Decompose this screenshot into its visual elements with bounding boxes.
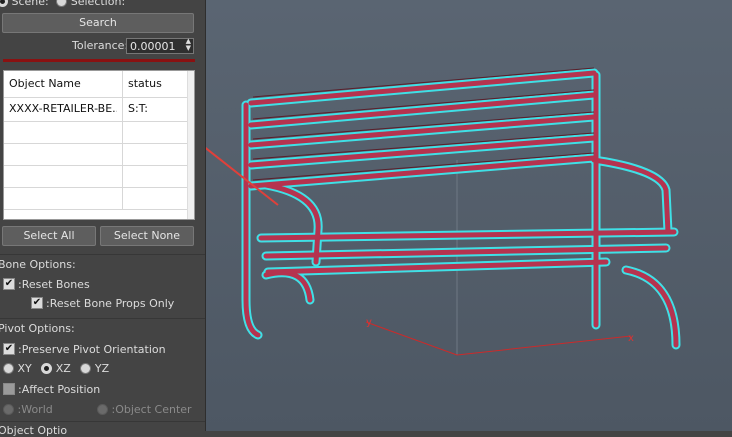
- preserve-pivot-label: :Preserve Pivot Orientation: [18, 343, 166, 356]
- bench-model[interactable]: [241, 67, 681, 350]
- table-row: [4, 165, 190, 188]
- 3d-viewport[interactable]: y x: [206, 0, 732, 431]
- preserve-pivot-checkbox[interactable]: ✔: [3, 343, 15, 355]
- reset-bone-props-label: :Reset Bone Props Only: [46, 297, 175, 310]
- progress-bar: [3, 59, 195, 62]
- tolerance-spinner[interactable]: 0.00001 ▲ ▼: [126, 38, 194, 54]
- reset-bone-props-checkbox[interactable]: ✔: [31, 297, 43, 309]
- row-status: S:T:: [122, 97, 190, 121]
- tolerance-value: 0.00001: [130, 40, 176, 53]
- tolerance-label: Tolerance:: [72, 39, 129, 52]
- object-table: Object Name status XXXX-RETAILER-BE... S…: [3, 70, 195, 220]
- divider: [0, 318, 205, 319]
- viewport-canvas: y x: [206, 67, 681, 356]
- selection-radio[interactable]: [56, 0, 68, 7]
- table-row[interactable]: XXXX-RETAILER-BE... S:T:: [4, 97, 190, 122]
- selection-label: Selection:: [70, 0, 126, 8]
- affect-position-label: :Affect Position: [18, 383, 101, 396]
- divider: [0, 421, 205, 422]
- column-status[interactable]: status: [122, 71, 190, 97]
- table-row: [4, 143, 190, 166]
- world-radio[interactable]: [3, 404, 14, 415]
- yz-label: YZ: [94, 362, 110, 375]
- affect-position-checkbox[interactable]: [3, 383, 15, 395]
- spinner-arrows-icon[interactable]: ▲ ▼: [186, 38, 191, 52]
- reset-bones-label: :Reset Bones: [18, 278, 90, 291]
- object-center-radio[interactable]: [97, 404, 108, 415]
- xy-label: XY: [17, 362, 32, 375]
- column-object-name[interactable]: Object Name: [9, 71, 117, 97]
- world-label: :World: [17, 403, 53, 416]
- gizmo-x-axis: [456, 335, 632, 356]
- bone-options-title: Bone Options:: [0, 258, 76, 271]
- divider: [0, 254, 205, 255]
- select-all-button[interactable]: Select All: [2, 226, 96, 246]
- table-row: [4, 187, 190, 210]
- object-center-row: :Object Center: [97, 403, 192, 416]
- gizmo-x-label: x: [628, 333, 634, 344]
- yz-radio[interactable]: [80, 363, 92, 374]
- scope-row: Scene: Selection:: [0, 0, 125, 8]
- axis-radio-row: XY XZ YZ: [3, 362, 109, 375]
- search-button[interactable]: Search: [2, 13, 194, 33]
- scene-radio[interactable]: [0, 0, 8, 7]
- left-panel: Scene: Selection: Search Tolerance: 0.00…: [0, 0, 206, 437]
- row-object-name: XXXX-RETAILER-BE...: [9, 102, 117, 115]
- scene-label: Scene:: [11, 0, 49, 8]
- xz-radio[interactable]: [41, 363, 53, 374]
- object-center-label: :Object Center: [111, 403, 192, 416]
- table-scrollbar[interactable]: [187, 71, 194, 219]
- gizmo-y-label: y: [366, 317, 372, 328]
- table-header: Object Name status: [4, 71, 190, 98]
- pivot-options-title: Pivot Options:: [0, 322, 75, 335]
- xy-radio[interactable]: [3, 363, 14, 374]
- world-radio-row: :World: [3, 403, 53, 416]
- table-row: [4, 121, 190, 144]
- xz-label: XZ: [55, 362, 71, 375]
- gizmo-y-axis: [365, 321, 458, 356]
- select-none-button[interactable]: Select None: [100, 226, 194, 246]
- reset-bones-checkbox[interactable]: ✔: [3, 278, 15, 290]
